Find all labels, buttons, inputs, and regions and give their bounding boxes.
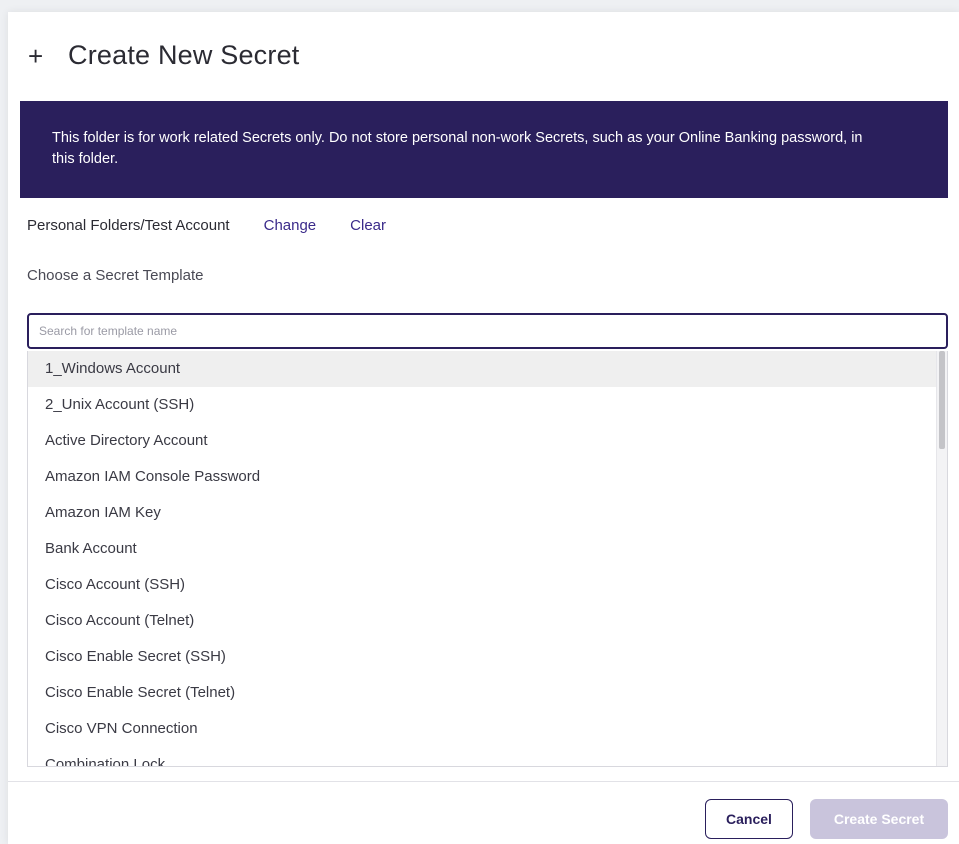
template-list-item[interactable]: Amazon IAM Console Password [28, 459, 939, 495]
plus-icon: + [28, 40, 44, 71]
template-search-input[interactable] [27, 313, 948, 349]
create-secret-dialog: + Create New Secret This folder is for w… [8, 12, 959, 844]
template-list-item[interactable]: Cisco Account (Telnet) [28, 603, 939, 639]
dialog-title: Create New Secret [68, 40, 300, 70]
cancel-button[interactable]: Cancel [705, 799, 793, 839]
template-list-item[interactable]: 1_Windows Account [28, 351, 939, 387]
folder-path: Personal Folders/Test Account [27, 217, 230, 234]
template-label: Choose a Secret Template [27, 267, 204, 284]
banner-text: This folder is for work related Secrets … [52, 130, 863, 167]
template-list-item[interactable]: Cisco Account (SSH) [28, 567, 939, 603]
info-banner: This folder is for work related Secrets … [20, 101, 948, 198]
footer-divider [8, 781, 959, 782]
template-list-item[interactable]: 2_Unix Account (SSH) [28, 387, 939, 423]
template-list-item[interactable]: Cisco VPN Connection [28, 711, 939, 747]
template-list-item[interactable]: Cisco Enable Secret (SSH) [28, 639, 939, 675]
template-list-item[interactable]: Combination Lock [28, 747, 939, 766]
template-list-item[interactable]: Amazon IAM Key [28, 495, 939, 531]
template-list-scrollbar[interactable] [936, 351, 947, 766]
folder-row: Personal Folders/Test Account Change Cle… [27, 217, 386, 234]
scrollbar-thumb[interactable] [939, 351, 945, 449]
dialog-header: + Create New Secret [28, 40, 300, 71]
template-list-item[interactable]: Cisco Enable Secret (Telnet) [28, 675, 939, 711]
template-list-item[interactable]: Active Directory Account [28, 423, 939, 459]
template-list-item[interactable]: Bank Account [28, 531, 939, 567]
change-folder-link[interactable]: Change [264, 217, 317, 234]
clear-folder-link[interactable]: Clear [350, 217, 386, 234]
create-secret-button[interactable]: Create Secret [810, 799, 948, 839]
template-list: 1_Windows Account 2_Unix Account (SSH) A… [27, 351, 948, 767]
